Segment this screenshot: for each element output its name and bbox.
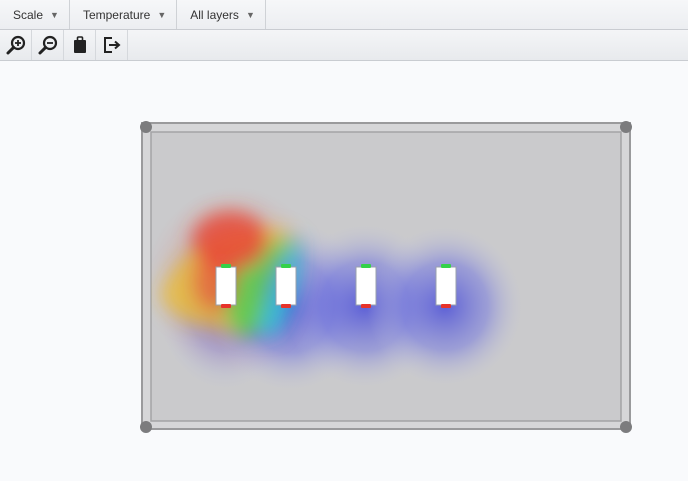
temperature-dropdown[interactable]: Temperature ▼	[70, 0, 178, 29]
zoom-out-button[interactable]	[32, 30, 64, 60]
clipboard-button[interactable]	[64, 30, 96, 60]
scale-dropdown[interactable]: Scale ▼	[0, 0, 70, 29]
cell-3[interactable]	[355, 264, 377, 308]
corner-handle-top-right[interactable]	[620, 121, 632, 133]
menubar: Scale ▼ Temperature ▼ All layers ▼	[0, 0, 688, 30]
chevron-down-icon: ▼	[245, 9, 255, 20]
exit-icon	[103, 37, 121, 53]
chevron-down-icon: ▼	[157, 9, 167, 20]
layers-dropdown[interactable]: All layers ▼	[177, 0, 266, 29]
chevron-down-icon: ▼	[50, 9, 59, 20]
corner-handle-bottom-left[interactable]	[140, 421, 152, 433]
clipboard-icon	[73, 36, 86, 53]
toolbar	[0, 30, 688, 61]
exit-button[interactable]	[96, 30, 128, 60]
cell-2[interactable]	[275, 264, 297, 308]
scale-dropdown-label: Scale	[13, 7, 44, 22]
simulation-canvas[interactable]	[0, 61, 688, 481]
zoom-in-button[interactable]	[0, 30, 32, 60]
corner-handle-top-left[interactable]	[140, 121, 152, 133]
cell-1[interactable]	[215, 264, 237, 308]
layers-dropdown-label: All layers	[190, 7, 239, 22]
zoom-out-icon	[38, 35, 57, 55]
temperature-dropdown-label: Temperature	[82, 7, 151, 22]
zoom-in-icon	[6, 35, 25, 55]
cell-4[interactable]	[435, 264, 457, 308]
corner-handle-bottom-right[interactable]	[620, 421, 632, 433]
thermal-enclosure[interactable]	[140, 121, 636, 433]
